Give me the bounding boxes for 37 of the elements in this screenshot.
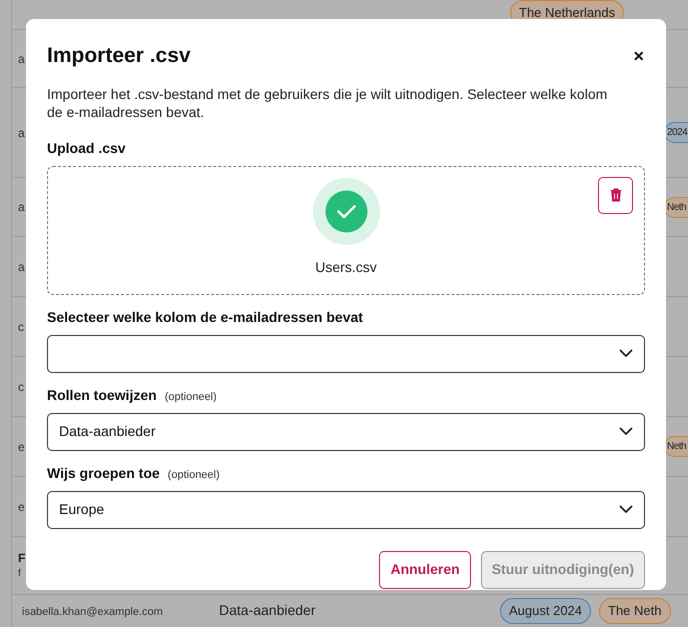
table-cell: Data-aanbieder xyxy=(219,602,316,618)
dialog-description: Importeer het .csv-bestand met de gebruikers die je wilt uitnodigen. Selecteer welke kolom de e-mailadressen bevat. xyxy=(47,84,608,120)
table-cell: e xyxy=(18,500,25,514)
optional-hint: (optioneel) xyxy=(168,468,220,482)
tag: Neth xyxy=(664,436,688,457)
trash-icon xyxy=(610,188,622,202)
table-cell: c xyxy=(18,380,24,394)
file-name: Users.csv xyxy=(315,258,377,277)
table-cell: a xyxy=(18,52,25,66)
tag: 2024 xyxy=(664,122,688,143)
select-field[interactable]: Data-aanbieder xyxy=(47,412,645,450)
dialog-title: Importeer .csv xyxy=(47,43,191,69)
field-label: Upload .csv xyxy=(47,138,127,158)
tag: August 2024 xyxy=(500,598,592,624)
table-cell: c xyxy=(18,320,24,334)
select-field[interactable] xyxy=(47,334,645,372)
section-title: F xyxy=(18,550,26,566)
tag: Neth xyxy=(664,196,688,218)
optional-hint: (optioneel) xyxy=(164,390,217,404)
close-button[interactable]: × xyxy=(633,46,645,65)
section-subtitle: f xyxy=(18,567,21,581)
table-cell: a xyxy=(18,260,25,274)
field-label: Rollen toewijzen xyxy=(47,386,157,405)
delete-button[interactable] xyxy=(598,176,633,214)
chevron-down-icon xyxy=(619,505,633,514)
table-cell: a xyxy=(18,200,25,214)
tag: The Neth xyxy=(599,598,670,624)
select-field[interactable]: Europe xyxy=(47,490,645,528)
table-cell: e xyxy=(18,440,25,454)
table-cell: a xyxy=(18,126,25,140)
cancel-button[interactable]: Annuleren xyxy=(379,550,471,588)
field-label: Selecteer welke kolom de e-mailadressen bevat xyxy=(47,308,363,326)
upload-dropzone[interactable]: Users.csv xyxy=(47,166,645,294)
chevron-down-icon xyxy=(619,427,633,436)
table-cell: isabella.khan@example.com xyxy=(22,606,163,618)
chevron-down-icon xyxy=(619,349,633,358)
field-label: Wijs groepen toe xyxy=(47,464,160,483)
